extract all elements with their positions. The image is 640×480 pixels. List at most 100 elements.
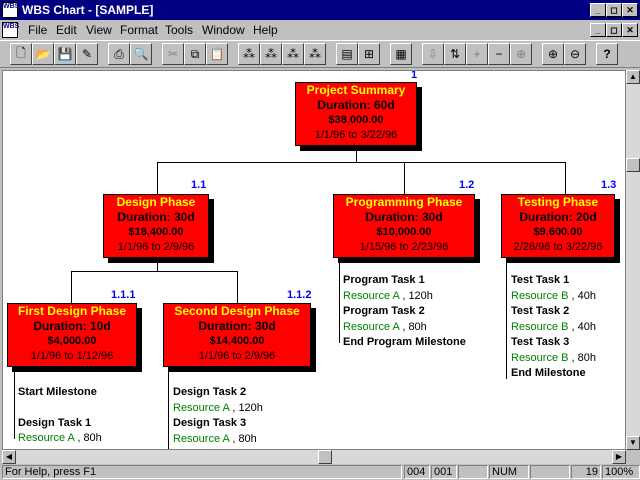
paste-icon[interactable]: 📋: [206, 43, 228, 65]
wbs-canvas[interactable]: 1 Project Summary Duration: 60d $38,000.…: [2, 70, 626, 450]
resource-name: Resource A: [343, 289, 400, 302]
status-empty: [530, 465, 570, 479]
save-icon[interactable]: 💾: [54, 43, 76, 65]
node-cost: $14,400.00: [209, 335, 265, 347]
resource-name: Resource B: [511, 320, 569, 333]
resource-name: Resource A: [173, 432, 230, 445]
new-icon[interactable]: 🗋: [10, 43, 32, 65]
zoom-in-icon[interactable]: ⊕: [542, 43, 564, 65]
node-second-design-phase[interactable]: Second Design Phase Duration: 30d $14,40…: [163, 303, 311, 367]
node-project-summary[interactable]: Project Summary Duration: 60d $38,000.00…: [295, 82, 417, 146]
menu-tools[interactable]: Tools: [165, 23, 193, 37]
node-duration: Duration: 20d: [519, 210, 597, 224]
menu-format[interactable]: Format: [120, 23, 158, 37]
minimize-button[interactable]: _: [590, 3, 606, 17]
vertical-scrollbar[interactable]: ▲ ▼: [626, 70, 640, 450]
node-design-phase[interactable]: Design Phase Duration: 30d $18,400.00 1/…: [103, 194, 209, 258]
doc-minimize-button[interactable]: _: [590, 23, 606, 37]
calc-icon[interactable]: ▦: [390, 43, 412, 65]
resource-item[interactable]: Resource A , 80h: [18, 431, 102, 447]
resource-item[interactable]: Resource A , 80h: [343, 320, 466, 336]
task-item[interactable]: End Milestone: [511, 366, 596, 382]
status-col: 001: [431, 465, 457, 479]
print-icon[interactable]: ⎙: [108, 43, 130, 65]
task-item[interactable]: Test Task 2: [511, 304, 596, 320]
task-item[interactable]: Design Task 3: [173, 416, 263, 432]
task-item[interactable]: Program Task 2: [343, 304, 466, 320]
task-item[interactable]: Program Task 1: [343, 273, 466, 289]
resource-item[interactable]: Resource B , 40h: [511, 320, 596, 336]
menu-view[interactable]: View: [86, 23, 112, 37]
node-duration: Duration: 10d: [33, 319, 111, 333]
app-icon[interactable]: WBS: [2, 2, 19, 18]
resource-item[interactable]: Resource A , 120h: [173, 401, 263, 417]
resource-hours: , 40h: [571, 289, 597, 302]
node-cost: $9,600.00: [533, 226, 583, 238]
scroll-thumb[interactable]: [626, 158, 640, 172]
org-icon[interactable]: ⊞: [358, 43, 380, 65]
task-item[interactable]: Design Task 2: [173, 385, 263, 401]
menu-edit[interactable]: Edit: [56, 23, 77, 37]
scroll-right-icon[interactable]: ▶: [612, 450, 626, 464]
node-title: Project Summary: [306, 83, 406, 97]
scroll-left-icon[interactable]: ◀: [2, 450, 16, 464]
task-item[interactable]: Test Task 1: [511, 273, 596, 289]
menu-file[interactable]: File: [28, 23, 47, 37]
status-count: 19: [571, 465, 601, 479]
resource-item[interactable]: Resource B , 40h: [511, 289, 596, 305]
node-duration: Duration: 60d: [317, 98, 395, 112]
remove-icon[interactable]: −: [488, 43, 510, 65]
view-icon[interactable]: ▤: [336, 43, 358, 65]
resource-item[interactable]: Resource A , 80h: [173, 432, 263, 448]
cut-icon[interactable]: ✂: [162, 43, 184, 65]
doc-close-button[interactable]: ✕: [622, 23, 638, 37]
add-icon[interactable]: +: [466, 43, 488, 65]
status-zoom: 100%: [602, 465, 640, 479]
task-connector: [14, 369, 15, 439]
scroll-thumb[interactable]: [318, 450, 332, 464]
zoom-out-icon[interactable]: ⊖: [564, 43, 586, 65]
horizontal-scrollbar[interactable]: ◀ ▶: [2, 450, 626, 464]
wbs-id: 1.1.1: [111, 289, 136, 301]
resource-name: Resource B: [511, 289, 569, 302]
node-title: First Design Phase: [17, 304, 127, 318]
document-icon[interactable]: WBS: [2, 22, 19, 38]
wbs-id: 1.1: [191, 179, 207, 191]
move-left-icon[interactable]: ⇩: [422, 43, 444, 65]
node-first-design-phase[interactable]: First Design Phase Duration: 10d $4,000.…: [7, 303, 137, 367]
node-testing-phase[interactable]: Testing Phase Duration: 20d $9,600.00 2/…: [501, 194, 615, 258]
doc-restore-button[interactable]: ◻: [606, 23, 622, 37]
menu-window[interactable]: Window: [202, 23, 245, 37]
close-button[interactable]: ✕: [622, 3, 638, 17]
layout-4-icon[interactable]: ⁂: [304, 43, 326, 65]
move-up-icon[interactable]: ⇅: [444, 43, 466, 65]
layout-1-icon[interactable]: ⁂: [238, 43, 260, 65]
connector: [356, 148, 357, 162]
resource-item[interactable]: Resource B , 80h: [511, 351, 596, 367]
resource-item[interactable]: Resource A , 120h: [343, 289, 466, 305]
layout-3-icon[interactable]: ⁂: [282, 43, 304, 65]
menu-help[interactable]: Help: [253, 23, 278, 37]
expand-icon[interactable]: ⊕: [510, 43, 532, 65]
resource-hours: , 80h: [232, 432, 257, 445]
node-programming-phase[interactable]: Programming Phase Duration: 30d $10,000.…: [333, 194, 475, 258]
open-icon[interactable]: 📂: [32, 43, 54, 65]
print-preview-icon[interactable]: 🔍: [130, 43, 152, 65]
connector: [71, 271, 72, 303]
restore-button[interactable]: ◻: [606, 3, 622, 17]
scroll-down-icon[interactable]: ▼: [626, 436, 640, 450]
task-item[interactable]: Design Task 1: [18, 416, 102, 432]
status-empty: [458, 465, 488, 479]
status-bar: For Help, press F1 004 001 NUM 19 100%: [0, 464, 640, 480]
scroll-corner: [626, 450, 640, 464]
scroll-up-icon[interactable]: ▲: [626, 70, 640, 84]
task-item[interactable]: End Program Milestone: [343, 335, 466, 351]
resource-name: Resource A: [343, 320, 400, 333]
help-icon[interactable]: ?: [596, 43, 618, 65]
preview-icon[interactable]: ✎: [76, 43, 98, 65]
node-dates: 1/1/96 to 3/22/96: [314, 129, 398, 141]
layout-2-icon[interactable]: ⁂: [260, 43, 282, 65]
task-item[interactable]: Start Milestone: [18, 385, 102, 401]
copy-icon[interactable]: ⧉: [184, 43, 206, 65]
task-item[interactable]: Test Task 3: [511, 335, 596, 351]
